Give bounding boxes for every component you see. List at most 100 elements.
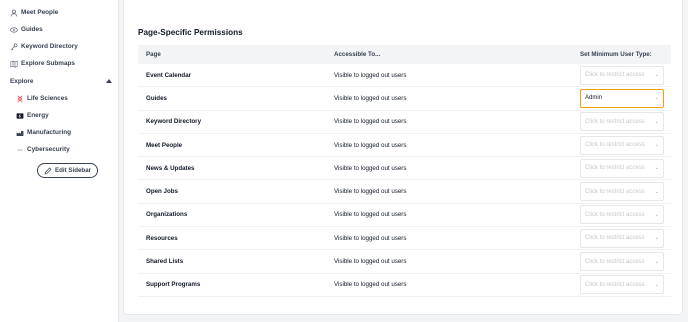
user-type-value: Click to restrict access bbox=[585, 165, 645, 172]
user-type-cell: Click to restrict access ⌄ bbox=[572, 228, 671, 248]
sidebar-item-label: Energy bbox=[27, 112, 49, 119]
sidebar: Meet People Guides Keyword Directory Exp… bbox=[0, 0, 119, 322]
edit-sidebar-button[interactable]: Edit Sidebar bbox=[37, 163, 98, 178]
access-value: Visible to logged out users bbox=[334, 141, 407, 149]
user-type-cell: Click to restrict access ⌄ bbox=[572, 135, 671, 155]
sidebar-item-manufacturing[interactable]: Manufacturing bbox=[16, 124, 71, 141]
user-type-select[interactable]: Click to restrict access ⌄ bbox=[580, 112, 664, 132]
sidebar-item-keyword-directory[interactable]: Keyword Directory bbox=[10, 38, 78, 55]
table-row: Guides Visible to logged out users Admin ⌄ bbox=[138, 87, 671, 111]
chevron-down-icon: ⌄ bbox=[654, 281, 659, 288]
pencil-icon bbox=[44, 167, 52, 175]
chevron-down-icon: ⌄ bbox=[654, 188, 659, 195]
sidebar-item-label: Guides bbox=[21, 26, 43, 33]
user-type-cell: Click to restrict access ⌄ bbox=[572, 65, 671, 85]
sidebar-item-guides[interactable]: Guides bbox=[10, 21, 43, 38]
person-icon bbox=[10, 9, 18, 17]
user-type-select[interactable]: Click to restrict access ⌄ bbox=[580, 158, 664, 178]
table-row: Event Calendar Visible to logged out user… bbox=[138, 64, 671, 88]
sidebar-item-cybersecurity[interactable]: Cybersecurity bbox=[16, 141, 70, 158]
sidebar-item-life-sciences[interactable]: Life Sciences bbox=[16, 90, 68, 107]
sidebar-item-label: Keyword Directory bbox=[21, 43, 78, 50]
header-type: Set Minimum User Type: bbox=[580, 51, 652, 58]
sidebar-item-label: Cybersecurity bbox=[27, 146, 70, 153]
table-row: Open Jobs Visible to logged out users Clic… bbox=[138, 180, 671, 204]
dash-icon bbox=[16, 146, 24, 154]
access-value: Visible to logged out users bbox=[334, 281, 407, 289]
explore-section-toggle[interactable]: Explore bbox=[10, 74, 114, 88]
permissions-table: Page Accessible To... Set Minimum User T… bbox=[138, 45, 671, 297]
user-type-cell: Click to restrict access ⌄ bbox=[572, 182, 671, 202]
user-type-cell: Admin ⌄ bbox=[572, 88, 671, 108]
chevron-down-icon: ⌄ bbox=[654, 142, 659, 149]
edit-sidebar-label: Edit Sidebar bbox=[54, 167, 92, 174]
user-type-cell: Click to restrict access ⌄ bbox=[572, 275, 671, 295]
user-type-select[interactable]: Click to restrict access ⌄ bbox=[580, 228, 664, 248]
map-icon bbox=[10, 60, 18, 68]
header-access: Accessible To... bbox=[334, 51, 381, 58]
user-type-value: Admin bbox=[585, 95, 603, 102]
user-type-cell: Click to restrict access ⌄ bbox=[572, 112, 671, 132]
user-type-select[interactable]: Click to restrict access ⌄ bbox=[580, 65, 664, 85]
table-row: Keyword Directory Visible to logged out u… bbox=[138, 111, 671, 134]
user-type-value: Click to restrict access bbox=[585, 188, 645, 195]
user-type-select[interactable]: Admin ⌄ bbox=[580, 88, 664, 108]
user-type-cell: Click to restrict access ⌄ bbox=[572, 252, 671, 272]
access-value: Visible to logged out users bbox=[334, 94, 407, 102]
chevron-down-icon: ⌄ bbox=[654, 258, 659, 265]
page-name: Resources bbox=[146, 234, 178, 242]
user-type-select[interactable]: Click to restrict access ⌄ bbox=[580, 252, 664, 272]
page-name: News & Updates bbox=[146, 164, 195, 172]
user-type-value: Click to restrict access bbox=[585, 281, 645, 288]
access-value: Visible to logged out users bbox=[334, 211, 407, 219]
page-name: Shared Lists bbox=[146, 258, 184, 266]
table-header: Page Accessible To... Set Minimum User T… bbox=[138, 45, 671, 64]
chevron-down-icon: ⌄ bbox=[654, 211, 659, 218]
access-value: Visible to logged out users bbox=[334, 164, 407, 172]
dna-icon bbox=[16, 95, 24, 103]
user-type-value: Click to restrict access bbox=[585, 118, 645, 125]
user-type-select[interactable]: Click to restrict access ⌄ bbox=[580, 182, 664, 202]
user-type-select[interactable]: Click to restrict access ⌄ bbox=[580, 205, 664, 225]
sidebar-item-label: Manufacturing bbox=[27, 129, 72, 136]
chevron-down-icon: ⌄ bbox=[654, 165, 659, 172]
page-name: Meet People bbox=[146, 141, 183, 149]
chevron-down-icon: ⌄ bbox=[654, 118, 659, 125]
factory-icon bbox=[16, 129, 24, 137]
page-name: Guides bbox=[146, 94, 167, 102]
chevron-down-icon: ⌄ bbox=[654, 72, 659, 79]
sidebar-item-label: Explore Submaps bbox=[21, 60, 75, 67]
user-type-value: Click to restrict access bbox=[585, 142, 645, 149]
key-icon bbox=[10, 43, 18, 51]
sidebar-item-label: Meet People bbox=[21, 9, 59, 16]
header-page: Page bbox=[146, 51, 161, 58]
access-value: Visible to logged out users bbox=[334, 258, 407, 266]
table-row: News & Updates Visible to logged out user… bbox=[138, 157, 671, 181]
sidebar-item-energy[interactable]: Energy bbox=[16, 107, 49, 124]
user-type-select[interactable]: Click to restrict access ⌄ bbox=[580, 135, 664, 155]
section-title: Page-Specific Permissions bbox=[138, 28, 243, 37]
sidebar-item-meet-people[interactable]: Meet People bbox=[10, 4, 58, 21]
user-type-value: Click to restrict access bbox=[585, 235, 645, 242]
access-value: Visible to logged out users bbox=[334, 71, 407, 79]
sidebar-item-explore-submaps[interactable]: Explore Submaps bbox=[10, 55, 75, 72]
chevron-down-icon: ⌄ bbox=[654, 95, 659, 102]
user-type-select[interactable]: Click to restrict access ⌄ bbox=[580, 275, 664, 295]
table-row: Shared Lists Visible to logged out users C… bbox=[138, 250, 671, 274]
access-value: Visible to logged out users bbox=[334, 188, 407, 196]
chevron-down-icon: ⌄ bbox=[654, 235, 659, 242]
access-value: Visible to logged out users bbox=[334, 118, 407, 126]
page-name: Event Calendar bbox=[146, 71, 192, 79]
access-value: Visible to logged out users bbox=[334, 234, 407, 242]
table-row: Meet People Visible to logged out users Cl… bbox=[138, 134, 671, 158]
table-row: Support Programs Visible to logged out us… bbox=[138, 274, 671, 297]
table-row: Organizations Visible to logged out users… bbox=[138, 204, 671, 228]
user-type-value: Click to restrict access bbox=[585, 258, 645, 265]
page-name: Open Jobs bbox=[146, 188, 178, 196]
user-type-value: Click to restrict access bbox=[585, 72, 645, 79]
page-name: Support Programs bbox=[146, 281, 201, 289]
user-type-cell: Click to restrict access ⌄ bbox=[572, 158, 671, 178]
user-type-cell: Click to restrict access ⌄ bbox=[572, 205, 671, 225]
battery-icon bbox=[16, 112, 24, 120]
explore-label: Explore bbox=[10, 77, 34, 85]
